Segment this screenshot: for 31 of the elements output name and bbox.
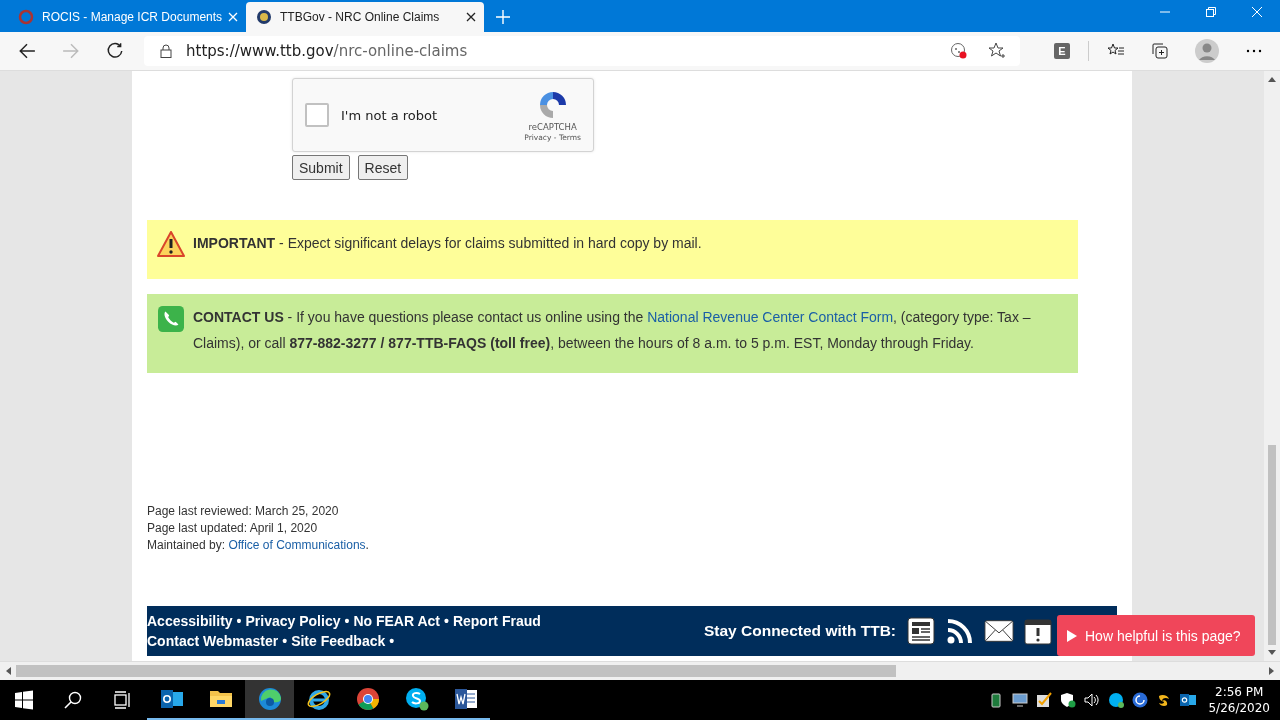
footer-link[interactable]: Accessibility	[147, 611, 233, 631]
page-info-text: Page last updated: April 1, 2020	[147, 520, 319, 537]
footer-link[interactable]: No FEAR Act	[353, 611, 440, 631]
submit-button[interactable]: Submit	[292, 155, 350, 180]
address-bar[interactable]: https://www.ttb.gov/nrc-online-claims	[144, 36, 1020, 66]
bullet-separator: •	[443, 612, 449, 631]
footer-link[interactable]: Contact Webmaster	[147, 631, 279, 651]
stay-connected-label: Stay Connected with TTB:	[703, 622, 896, 640]
feedback-button[interactable]: How helpful is this page?	[1057, 615, 1255, 656]
url-text: https://www.ttb.gov/nrc-online-claims	[186, 42, 468, 60]
page-info-text: Page last reviewed: March 25, 2020	[147, 503, 340, 520]
recaptcha-brand: reCAPTCHA	[528, 121, 577, 132]
browser-tab[interactable]: ROCIS - Manage ICR Documents	[8, 2, 246, 32]
clock-time: 2:56 PM	[1215, 684, 1264, 700]
footer-link[interactable]: Site Feedback	[291, 631, 386, 651]
office-link[interactable]: Office of Communications	[228, 538, 366, 552]
bullet-separator: •	[236, 612, 242, 631]
extension-button[interactable]: E	[1054, 43, 1070, 59]
bullet-separator: •	[282, 632, 288, 651]
notice-text: CONTACT US - If you have questions please contact us online using the National Revenue Center Contact Form, (category type: Tax – Claims), or call 877-882-3277 / 877-TTB-FAQS (toll free), between the hours of 8 a.m. to 5 p.m. EST, Monday through Friday.	[193, 308, 1032, 353]
bullet-separator: •	[344, 612, 350, 631]
notice-text: IMPORTANT - Expect significant delays for claims submitted in hard copy by mail.	[193, 234, 702, 253]
footer-link[interactable]: Report Fraud	[452, 611, 541, 631]
browser-tab[interactable]: TTBGov - NRC Online Claims	[246, 2, 484, 32]
reset-button[interactable]: Reset	[357, 155, 409, 180]
captcha-label: I'm not a robot	[341, 107, 438, 123]
maintained-by-text: Maintained by: Office of Communications.	[147, 537, 370, 554]
taskbar-clock[interactable]: 2:56 PM 5/26/2020	[1200, 684, 1280, 716]
footer-link[interactable]: Privacy Policy	[245, 611, 341, 631]
clock-date: 5/26/2020	[1208, 700, 1270, 716]
bullet-separator: •	[389, 632, 395, 651]
